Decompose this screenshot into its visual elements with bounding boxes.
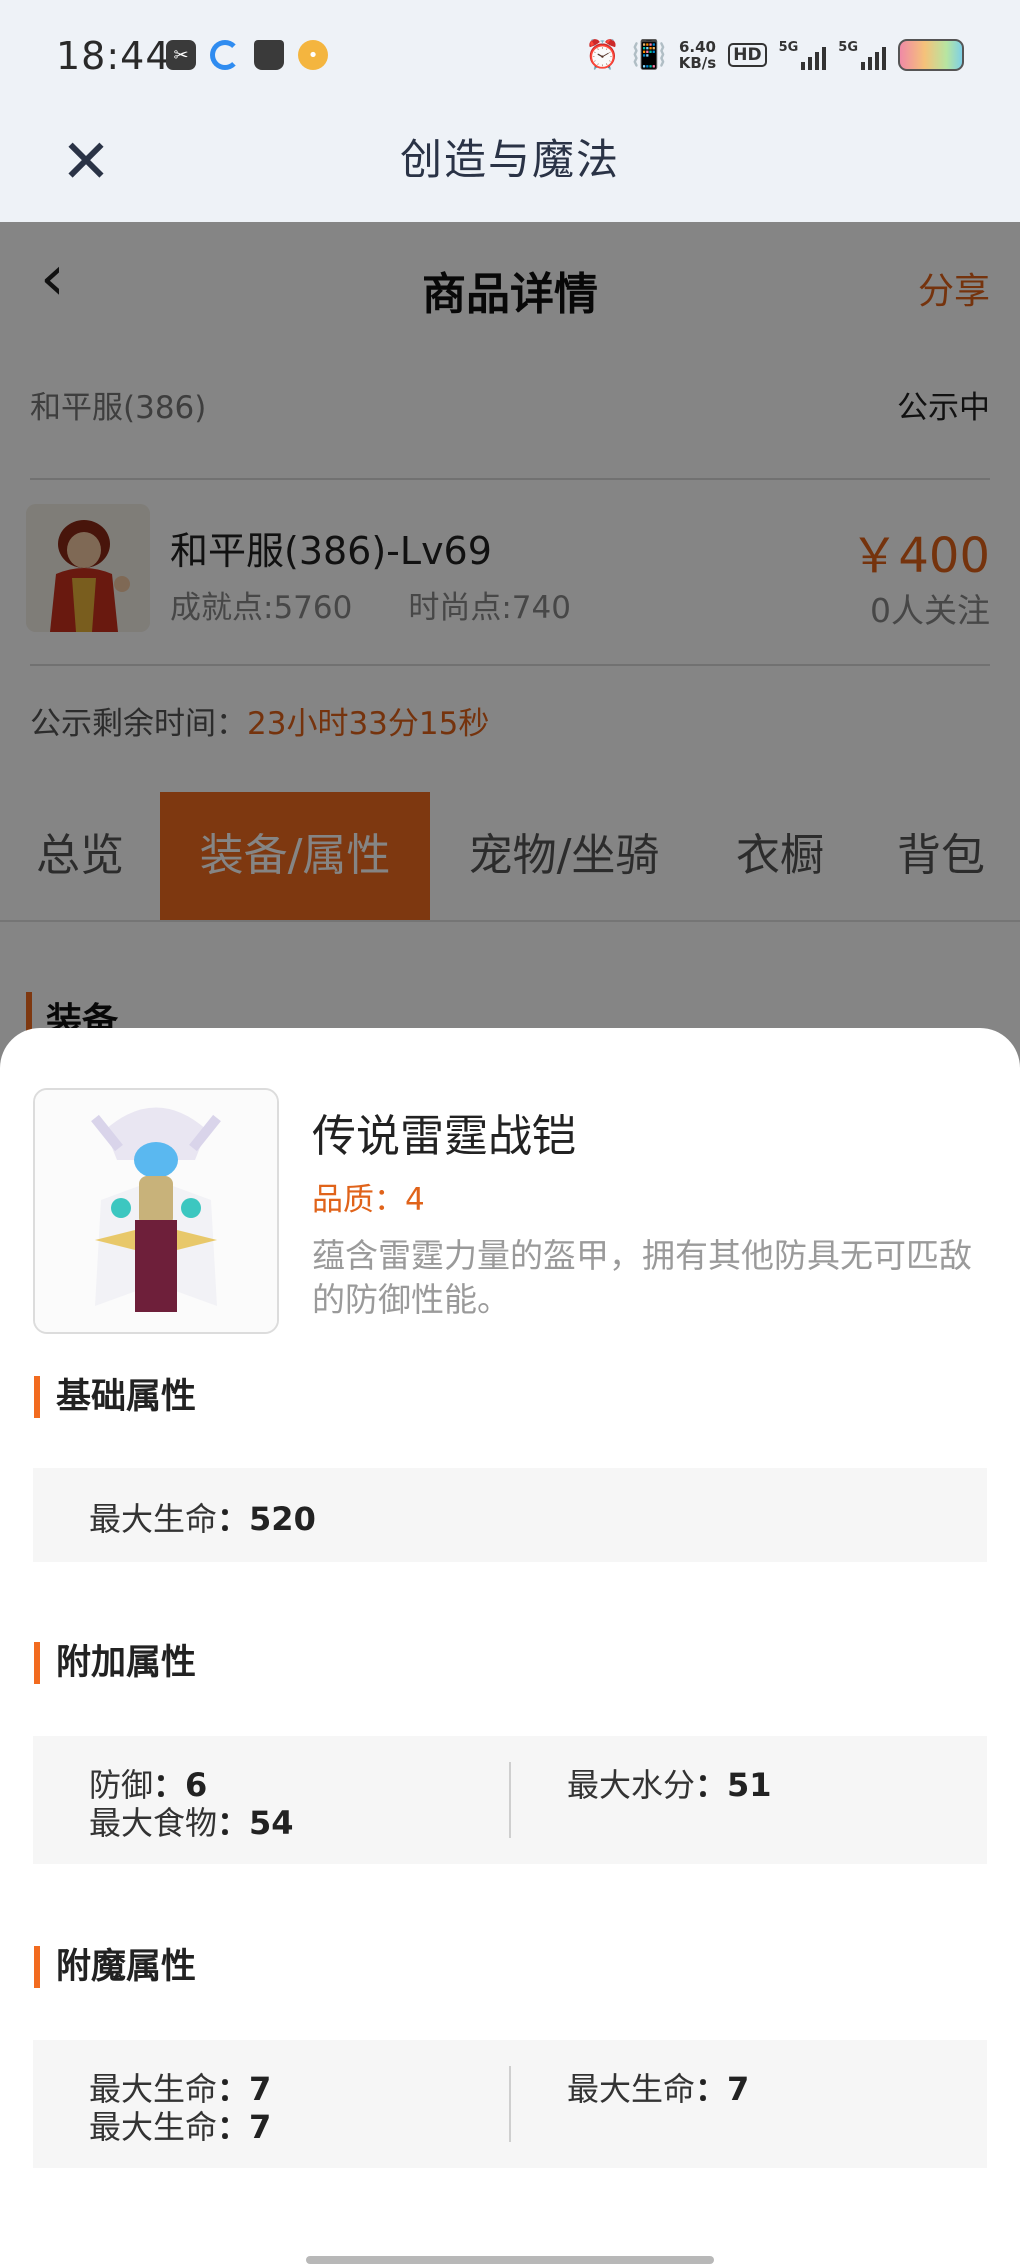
attribute-row: 最大生命：520 xyxy=(89,1500,316,1538)
column-divider xyxy=(509,2066,511,2142)
scissors-app-icon: ✂ xyxy=(166,40,196,70)
extra-attributes: 防御：6 最大食物：54 最大水分：51 xyxy=(33,1736,987,1864)
mascot-app-icon: • xyxy=(298,40,328,70)
attribute-row: 最大生命：7 xyxy=(567,2070,750,2108)
home-indicator[interactable] xyxy=(306,2256,714,2264)
vibrate-icon: 📳 xyxy=(631,38,667,71)
status-bar: 18:44 ✂ • ⏰ 📳 6.40 KB/s HD 5G 5G xyxy=(0,0,1020,112)
network-speed: 6.40 KB/s xyxy=(678,37,717,72)
notification-icons: ✂ • xyxy=(166,40,328,70)
item-image xyxy=(33,1088,279,1334)
attribute-row: 最大水分：51 xyxy=(567,1766,772,1804)
basic-attributes-title: 基础属性 xyxy=(34,1376,196,1418)
item-quality: 品质：4 xyxy=(312,1174,425,1219)
attribute-row: 最大食物：54 xyxy=(89,1804,294,1842)
browser-app-icon xyxy=(210,40,240,70)
item-quality-value: 4 xyxy=(405,1182,425,1218)
item-detail-sheet: 传说雷霆战铠 品质：4 蕴含雷霆力量的盔甲，拥有其他防具无可匹敌的防御性能。 基… xyxy=(0,1028,1020,2267)
app-title-bar: ✕ 创造与魔法 xyxy=(0,112,1020,222)
battery-icon xyxy=(898,38,964,71)
enchant-attributes-title: 附魔属性 xyxy=(34,1946,196,1988)
status-time: 18:44 xyxy=(56,34,171,78)
attribute-row: 最大生命：7 xyxy=(89,2108,272,2146)
book-app-icon xyxy=(254,40,284,70)
app-title: 创造与魔法 xyxy=(399,135,620,184)
item-quality-label: 品质： xyxy=(312,1182,405,1218)
signal-sim1-icon: 5G xyxy=(779,40,827,70)
enchant-attributes: 最大生命：7 最大生命：7 最大生命：7 xyxy=(33,2040,987,2168)
alarm-icon: ⏰ xyxy=(585,38,620,71)
system-indicators: ⏰ 📳 6.40 KB/s HD 5G 5G xyxy=(585,38,964,71)
column-divider xyxy=(509,1762,511,1838)
item-description: 蕴含雷霆力量的盔甲，拥有其他防具无可匹敌的防御性能。 xyxy=(312,1236,972,1319)
item-name: 传说雷霆战铠 xyxy=(312,1111,576,1162)
signal-sim2-icon: 5G xyxy=(838,40,886,70)
hd-badge: HD xyxy=(728,42,767,67)
extra-attributes-title: 附加属性 xyxy=(34,1642,196,1684)
basic-attributes: 最大生命：520 xyxy=(33,1468,987,1562)
